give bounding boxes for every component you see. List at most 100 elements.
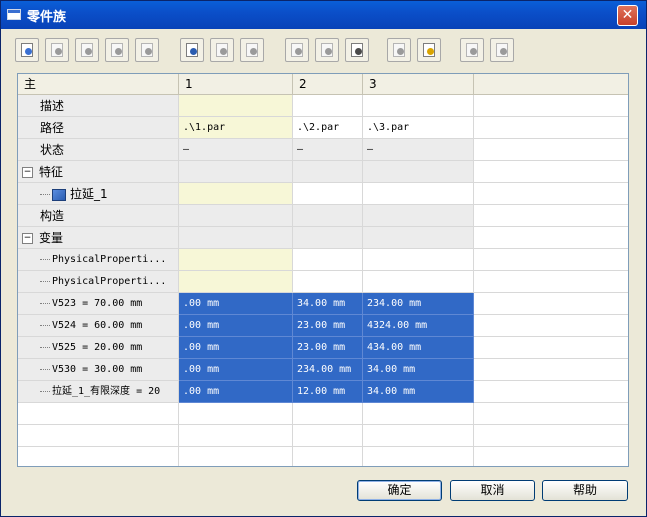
table-cell-member-1[interactable]: .\1.par xyxy=(179,117,293,139)
row-label-text: 描述 xyxy=(40,99,65,113)
row-label[interactable]: − 变量 xyxy=(18,227,179,249)
table-cell-member-1[interactable] xyxy=(179,447,293,466)
table-cell-member-1[interactable] xyxy=(179,95,293,117)
table-cell-member-2[interactable] xyxy=(293,425,363,447)
table-cell-member-2[interactable]: 234.00 mm xyxy=(293,359,363,381)
table-cell-member-3[interactable] xyxy=(363,95,474,117)
table-cell-member-2[interactable] xyxy=(293,205,363,227)
row-label[interactable]: 构造 xyxy=(18,205,179,227)
table-cell-member-2[interactable] xyxy=(293,183,363,205)
icon-accent xyxy=(250,48,257,55)
toolbar-button-delete-member[interactable] xyxy=(45,38,69,62)
row-label[interactable]: 拉延_1_有限深度 = 20 xyxy=(18,381,179,403)
row-label[interactable]: V525 = 20.00 mm xyxy=(18,337,179,359)
table-cell-member-1[interactable] xyxy=(179,425,293,447)
column-header-1[interactable]: 1 xyxy=(179,74,293,94)
table-cell-member-3[interactable] xyxy=(363,249,474,271)
table-cell-member-3[interactable] xyxy=(363,403,474,425)
table-cell-member-1[interactable] xyxy=(179,249,293,271)
toolbar-button-copy[interactable] xyxy=(210,38,234,62)
table-cell-member-3[interactable] xyxy=(363,161,474,183)
table-cell-member-1[interactable]: .00 mm xyxy=(179,293,293,315)
row-label[interactable]: V524 = 60.00 mm xyxy=(18,315,179,337)
row-label[interactable]: V530 = 30.00 mm xyxy=(18,359,179,381)
table-cell-member-1[interactable] xyxy=(179,403,293,425)
table-cell-member-1[interactable] xyxy=(179,161,293,183)
table-cell-member-2[interactable] xyxy=(293,271,363,293)
toolbar-button-paste[interactable] xyxy=(417,38,441,62)
table-cell-member-3[interactable]: 234.00 mm xyxy=(363,293,474,315)
cancel-button[interactable]: 取消 xyxy=(450,480,535,501)
column-header-2[interactable]: 2 xyxy=(293,74,363,94)
table-cell-member-1[interactable]: — xyxy=(179,139,293,161)
table-cell-member-2[interactable] xyxy=(293,227,363,249)
toolbar-button-rename-member[interactable] xyxy=(75,38,99,62)
table-cell-member-2[interactable] xyxy=(293,447,363,466)
close-button[interactable]: ✕ xyxy=(617,5,638,26)
table-cell-member-1[interactable] xyxy=(179,271,293,293)
table-cell-member-1[interactable] xyxy=(179,183,293,205)
row-label[interactable]: V523 = 70.00 mm xyxy=(18,293,179,315)
table-cell-member-1[interactable]: .00 mm xyxy=(179,337,293,359)
table-cell-member-2[interactable]: — xyxy=(293,139,363,161)
table-cell-member-3[interactable]: 434.00 mm xyxy=(363,337,474,359)
toolbar-button-copy-cells[interactable] xyxy=(387,38,411,62)
row-label[interactable] xyxy=(18,403,179,425)
toolbar-button-save[interactable] xyxy=(285,38,309,62)
table-row: 描述 xyxy=(18,95,628,117)
column-header-3[interactable]: 3 xyxy=(363,74,474,94)
row-label[interactable]: PhysicalProperti... xyxy=(18,249,179,271)
table-row: 拉延_1 xyxy=(18,183,628,205)
collapse-icon[interactable]: − xyxy=(22,233,33,244)
ok-button[interactable]: 确定 xyxy=(357,480,442,501)
table-cell-member-3[interactable] xyxy=(363,183,474,205)
toolbar-button-add-variable[interactable] xyxy=(180,38,204,62)
toolbar-button-undo[interactable] xyxy=(315,38,339,62)
column-header-main[interactable]: 主 xyxy=(18,74,179,94)
row-label[interactable]: PhysicalProperti... xyxy=(18,271,179,293)
table-cell-member-3[interactable] xyxy=(363,447,474,466)
table-cell-member-3[interactable]: 34.00 mm xyxy=(363,381,474,403)
table-cell-member-3[interactable] xyxy=(363,227,474,249)
toolbar-button-zoom-in[interactable] xyxy=(460,38,484,62)
toolbar-button-select-all[interactable] xyxy=(135,38,159,62)
row-label[interactable]: 拉延_1 xyxy=(18,183,179,205)
row-label[interactable] xyxy=(18,425,179,447)
table-cell-member-2[interactable] xyxy=(293,95,363,117)
row-label[interactable]: 描述 xyxy=(18,95,179,117)
table-cell-member-3[interactable] xyxy=(363,271,474,293)
table-cell-member-1[interactable]: .00 mm xyxy=(179,359,293,381)
row-label-text: V523 = 70.00 mm xyxy=(52,298,143,309)
row-label[interactable]: 路径 xyxy=(18,117,179,139)
table-cell-member-3[interactable]: — xyxy=(363,139,474,161)
icon-accent xyxy=(190,48,197,55)
table-cell-member-2[interactable]: 34.00 mm xyxy=(293,293,363,315)
table-cell-member-3[interactable] xyxy=(363,425,474,447)
table-cell-member-1[interactable]: .00 mm xyxy=(179,315,293,337)
toolbar-button-edit-member[interactable] xyxy=(105,38,129,62)
table-cell-member-1[interactable]: .00 mm xyxy=(179,381,293,403)
title-bar[interactable]: 零件族 ✕ xyxy=(1,1,646,29)
table-cell-member-1[interactable] xyxy=(179,227,293,249)
collapse-icon[interactable]: − xyxy=(22,167,33,178)
row-label[interactable] xyxy=(18,447,179,466)
table-cell-member-3[interactable]: 34.00 mm xyxy=(363,359,474,381)
help-button[interactable]: 帮助 xyxy=(542,480,628,501)
table-cell-member-1[interactable] xyxy=(179,205,293,227)
table-cell-member-2[interactable]: 23.00 mm xyxy=(293,315,363,337)
table-cell-member-2[interactable] xyxy=(293,249,363,271)
toolbar-button-print[interactable] xyxy=(345,38,369,62)
table-cell-member-3[interactable]: .\3.par xyxy=(363,117,474,139)
table-cell-member-2[interactable]: 23.00 mm xyxy=(293,337,363,359)
row-label[interactable]: 状态 xyxy=(18,139,179,161)
table-cell-member-3[interactable]: 4324.00 mm xyxy=(363,315,474,337)
row-label[interactable]: − 特征 xyxy=(18,161,179,183)
toolbar-button-paste-special[interactable] xyxy=(240,38,264,62)
table-cell-member-2[interactable] xyxy=(293,403,363,425)
table-cell-member-3[interactable] xyxy=(363,205,474,227)
table-cell-member-2[interactable] xyxy=(293,161,363,183)
table-cell-member-2[interactable]: 12.00 mm xyxy=(293,381,363,403)
toolbar-button-insert-member[interactable] xyxy=(15,38,39,62)
table-cell-member-2[interactable]: .\2.par xyxy=(293,117,363,139)
toolbar-button-zoom-out[interactable] xyxy=(490,38,514,62)
